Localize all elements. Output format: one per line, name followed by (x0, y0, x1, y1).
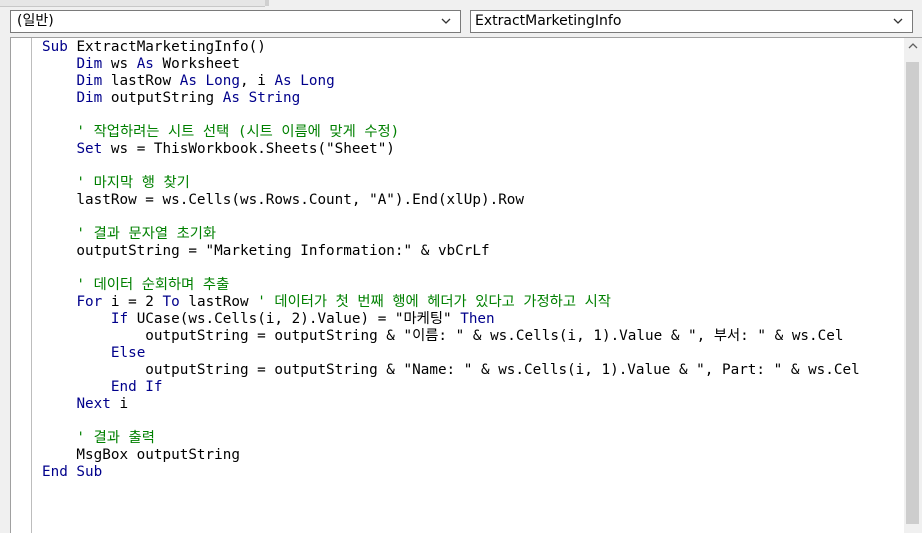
chevron-down-icon[interactable] (440, 15, 452, 27)
code-line: outputString = outputString & "Name: " &… (42, 362, 897, 379)
code-token: outputString = "Marketing Information:" … (42, 243, 490, 259)
code-line: outputString = "Marketing Information:" … (42, 243, 897, 260)
code-line: ' 결과 문자열 초기화 (42, 226, 897, 243)
code-line: outputString = outputString & "이름: " & w… (42, 328, 897, 345)
scrollbar-thumb[interactable] (906, 62, 919, 524)
code-token: UCase(ws.Cells(i, 2).Value) = "마케팅" (128, 311, 461, 327)
code-token: outputString = outputString & "이름: " & w… (42, 328, 844, 344)
keyword-token: Dim (76, 56, 103, 72)
triangle-up-icon[interactable] (906, 40, 920, 52)
keyword-token: As Long (179, 73, 240, 89)
code-editor[interactable]: Sub ExtractMarketingInfo() Dim ws As Wor… (42, 39, 897, 533)
comment-token: ' 결과 문자열 초기화 (42, 226, 217, 242)
code-token: ws = ThisWorkbook.Sheets("Sheet") (102, 141, 395, 157)
code-token: Worksheet (153, 56, 240, 72)
keyword-token: For (76, 294, 103, 310)
tab-edge (265, 0, 269, 6)
code-line: ' 결과 출력 (42, 430, 897, 447)
code-line: MsgBox outputString (42, 447, 897, 464)
code-line: ' 작업하려는 시트 선택 (시트 이름에 맞게 수정) (42, 124, 897, 141)
code-line: Sub ExtractMarketingInfo() (42, 39, 897, 56)
code-line: End If (42, 379, 897, 396)
comment-token: ' 마지막 행 찾기 (42, 175, 190, 191)
keyword-token: Dim (76, 90, 103, 106)
keyword-token: Next (76, 396, 111, 412)
code-line: lastRow = ws.Cells(ws.Rows.Count, "A").E… (42, 192, 897, 209)
code-token: lastRow (102, 73, 180, 89)
code-line: End Sub (42, 464, 897, 481)
keyword-token: To (162, 294, 180, 310)
code-line: For i = 2 To lastRow ' 데이터가 첫 번째 행에 헤더가 … (42, 294, 897, 311)
keyword-token: Else (110, 345, 146, 361)
code-token: ExtractMarketingInfo() (76, 39, 266, 55)
keyword-token: Then (460, 311, 495, 327)
keyword-token: As (136, 56, 154, 72)
object-dropdown-value: (일반) (17, 13, 54, 29)
keyword-token: Set (76, 141, 103, 157)
code-line: Else (42, 345, 897, 362)
code-line: Dim ws As Worksheet (42, 56, 897, 73)
code-token: i = 2 (102, 294, 163, 310)
code-line: If UCase(ws.Cells(i, 2).Value) = "마케팅" T… (42, 311, 897, 328)
chevron-down-icon[interactable] (892, 15, 904, 27)
comment-token: ' 작업하려는 시트 선택 (시트 이름에 맞게 수정) (42, 124, 400, 140)
keyword-token: End If (110, 379, 163, 395)
code-line: Next i (42, 396, 897, 413)
top-tab-strip (0, 0, 922, 8)
code-line: ' 데이터 순회하며 추출 (42, 277, 897, 294)
code-token: lastRow = ws.Cells(ws.Rows.Count, "A").E… (42, 192, 525, 208)
comment-token: ' 결과 출력 (42, 430, 155, 446)
comment-token: ' 데이터가 첫 번째 행에 헤더가 있다고 가정하고 시작 (257, 294, 611, 310)
procedure-dropdown-value: ExtractMarketingInfo (475, 13, 622, 29)
keyword-token: As Long (274, 73, 335, 89)
code-token: MsgBox outputString (42, 447, 240, 463)
code-token: outputString = outputString & "Name: " &… (42, 362, 860, 378)
keyword-token: Sub (42, 39, 77, 55)
keyword-token: As String (222, 90, 301, 106)
code-line: Dim lastRow As Long, i As Long (42, 73, 897, 90)
code-line: Dim outputString As String (42, 90, 897, 107)
code-token: ws (102, 56, 137, 72)
vertical-scrollbar[interactable] (904, 38, 922, 533)
module-tab[interactable] (0, 0, 265, 7)
keyword-token: Dim (76, 73, 103, 89)
comment-token: ' 데이터 순회하며 추출 (42, 277, 230, 293)
procedure-dropdown[interactable]: ExtractMarketingInfo (470, 10, 913, 33)
keyword-token: If (110, 311, 129, 327)
code-token: outputString (102, 90, 223, 106)
object-dropdown[interactable]: (일반) (10, 10, 461, 33)
code-line: Set ws = ThisWorkbook.Sheets("Sheet") (42, 141, 897, 158)
code-token: , i (240, 73, 275, 89)
code-line: ' 마지막 행 찾기 (42, 175, 897, 192)
indicator-margin[interactable] (11, 38, 32, 533)
code-token: lastRow (179, 294, 258, 310)
code-token: i (110, 396, 129, 412)
keyword-token: End Sub (42, 464, 103, 480)
